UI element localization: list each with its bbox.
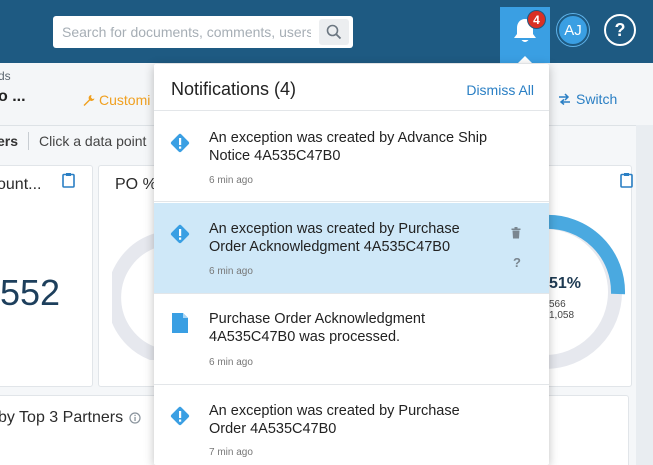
breadcrumb: ds	[0, 69, 11, 83]
partners-card-title: by Top 3 Partners	[0, 409, 124, 426]
exception-diamond-icon	[170, 224, 190, 244]
notifications-header: Notifications (4) Dismiss All	[154, 64, 549, 111]
search-button[interactable]	[319, 19, 349, 45]
notifications-panel: Notifications (4) Dismiss All An excepti…	[154, 64, 549, 465]
percent-value: 51%	[549, 275, 582, 292]
clipboard-icon[interactable]	[620, 172, 633, 188]
trash-icon[interactable]	[511, 227, 521, 239]
filter-bar: ers Click a data point	[0, 132, 146, 150]
notification-item[interactable]: An exception was created by Purchase Ord…	[154, 203, 549, 294]
percent-numerator: 566	[549, 299, 566, 310]
partners-card-header: by Top 3 Partners	[0, 409, 141, 427]
notification-time: 6 min ago	[209, 175, 253, 186]
percent-denominator: 1,058	[549, 310, 575, 321]
notification-item[interactable]: An exception was created by Purchase Ord…	[154, 386, 549, 465]
user-avatar[interactable]: AJ	[557, 14, 589, 46]
help-icon[interactable]: ?	[513, 255, 521, 270]
exception-diamond-icon	[170, 133, 190, 153]
search-icon	[326, 24, 342, 40]
notifications-button[interactable]: 4	[500, 7, 550, 64]
count-card-title: ount...	[0, 176, 42, 193]
notification-time: 6 min ago	[209, 357, 253, 368]
notification-time: 6 min ago	[209, 266, 253, 277]
customize-label: Customi	[99, 92, 151, 108]
notification-text: Purchase Order Acknowledgment 4A535C47B0…	[209, 311, 425, 345]
switch-button[interactable]: Switch	[558, 91, 617, 107]
swap-arrows-icon	[559, 93, 570, 105]
exception-diamond-icon	[170, 406, 190, 426]
wrench-icon	[83, 94, 95, 106]
notification-text: An exception was created by Advance Ship…	[209, 130, 488, 164]
notification-item[interactable]: Purchase Order Acknowledgment 4A535C47B0…	[154, 295, 549, 385]
notification-count-badge: 4	[527, 10, 546, 29]
filter-hint: Click a data point	[39, 133, 147, 149]
notification-text: An exception was created by Purchase Ord…	[209, 403, 460, 437]
help-button[interactable]: ?	[604, 14, 636, 46]
search-input[interactable]	[53, 17, 311, 47]
document-icon	[172, 313, 188, 333]
notification-item[interactable]: An exception was created by Advance Ship…	[154, 112, 549, 202]
info-icon[interactable]	[129, 412, 141, 424]
po-percent-card-title: PO %	[115, 176, 157, 193]
global-search	[53, 16, 353, 48]
notifications-title: Notifications (4)	[171, 79, 297, 99]
page-title: o ...	[0, 88, 26, 105]
switch-label: Switch	[576, 91, 618, 107]
clipboard-icon[interactable]	[62, 172, 75, 188]
notification-time: 7 min ago	[209, 447, 253, 458]
count-card-value: 552	[0, 272, 61, 313]
filter-divider	[28, 132, 30, 150]
customize-button[interactable]: Customi	[82, 92, 150, 108]
notification-text: An exception was created by Purchase Ord…	[209, 221, 460, 255]
dismiss-all-button[interactable]: Dismiss All	[466, 82, 534, 98]
filter-label: ers	[0, 133, 19, 149]
